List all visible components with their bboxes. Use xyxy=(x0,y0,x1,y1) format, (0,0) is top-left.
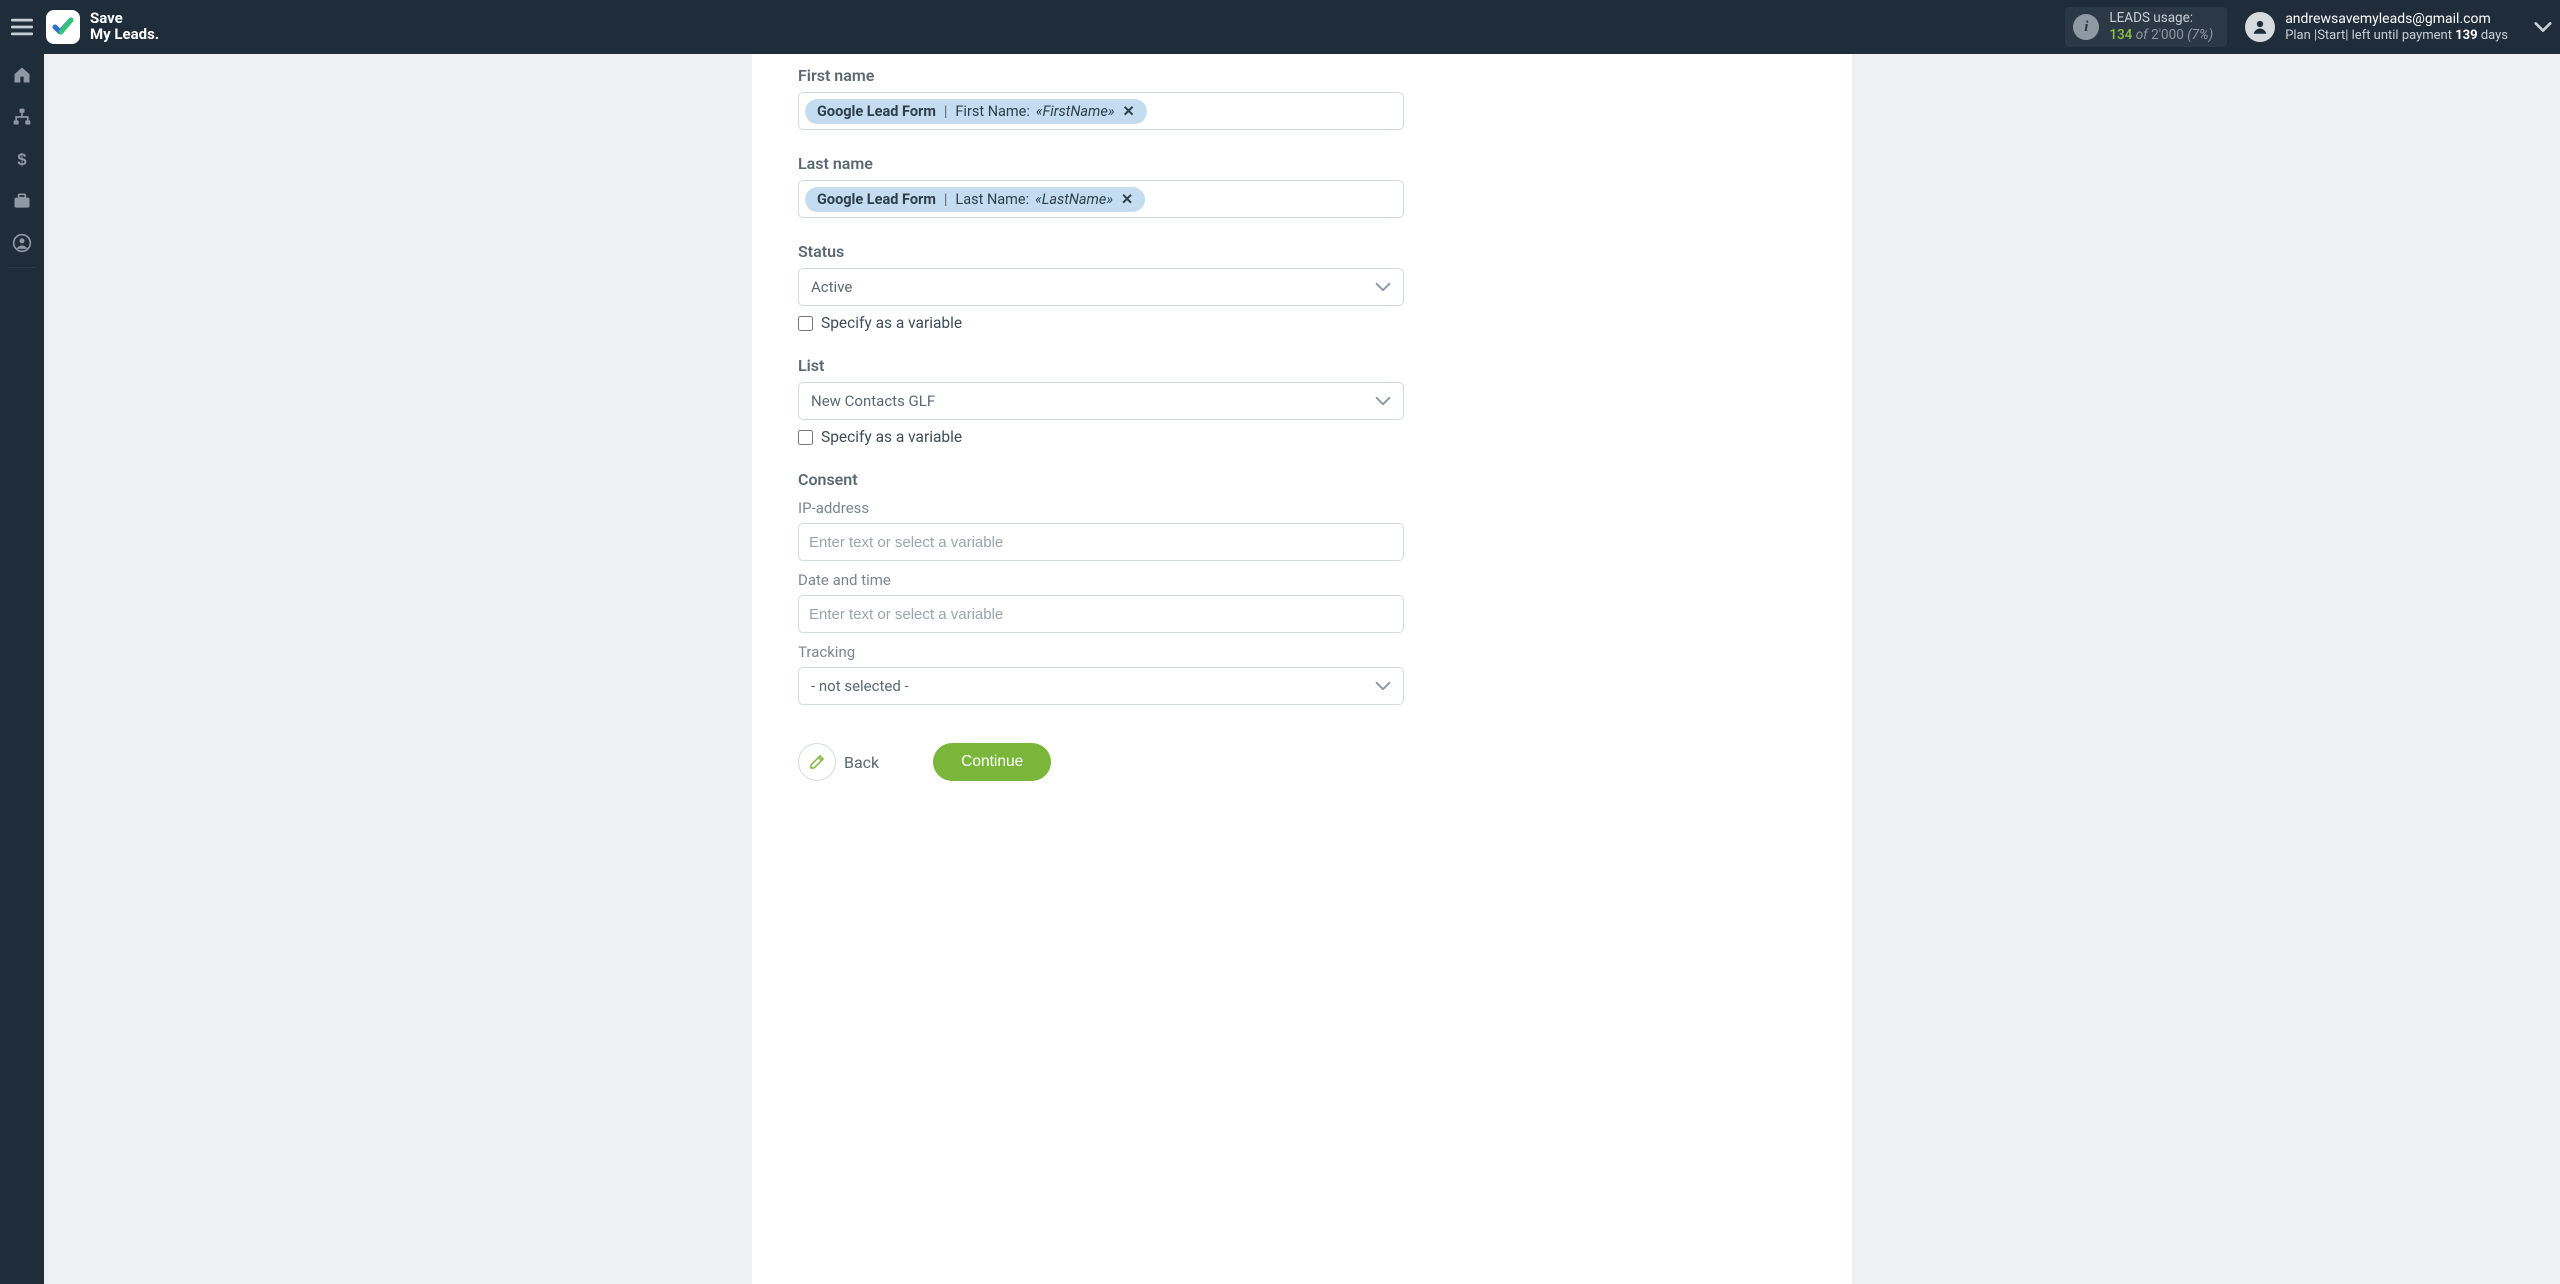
select-tracking-value: - not selected - xyxy=(811,677,909,695)
token-first-name[interactable]: Google Lead Form | First Name: «FirstNam… xyxy=(805,99,1147,124)
label-consent: Consent xyxy=(798,470,1404,489)
user-circle-icon xyxy=(12,233,32,253)
checkbox-status-variable[interactable] xyxy=(798,316,813,331)
leads-of-word: of xyxy=(2136,27,2148,43)
token-pipe: | xyxy=(944,191,948,208)
sitemap-icon xyxy=(12,107,32,127)
input-ip-address[interactable] xyxy=(798,523,1404,561)
input-last-name[interactable]: Google Lead Form | Last Name: «LastName»… xyxy=(798,180,1404,218)
chevron-down-icon xyxy=(1375,281,1391,293)
checkbox-list-variable[interactable] xyxy=(798,430,813,445)
sidebar-item-connections[interactable] xyxy=(0,96,44,138)
leads-usage-text: LEADS usage: 134 of 2'000 (7%) xyxy=(2109,10,2213,44)
token-label: Last Name: xyxy=(955,191,1029,208)
label-status: Status xyxy=(798,242,1404,261)
user-menu[interactable]: andrewsavemyleads@gmail.com Plan |Start|… xyxy=(2245,11,2518,43)
label-date-time: Date and time xyxy=(798,571,1404,589)
token-source: Google Lead Form xyxy=(817,191,936,208)
token-remove-button[interactable]: ✕ xyxy=(1120,103,1136,120)
logo-mark xyxy=(46,10,80,44)
token-last-name[interactable]: Google Lead Form | Last Name: «LastName»… xyxy=(805,187,1145,212)
leads-usage-box[interactable]: i LEADS usage: 134 of 2'000 (7%) xyxy=(2065,7,2227,47)
svg-text:$: $ xyxy=(17,150,27,169)
token-value: «LastName» xyxy=(1035,191,1113,208)
info-icon: i xyxy=(2073,14,2099,40)
main-stage: First name Google Lead Form | First Name… xyxy=(44,54,2560,1284)
sidebar-item-billing[interactable]: $ xyxy=(0,138,44,180)
leads-total: 2'000 xyxy=(2151,27,2184,43)
form-card: First name Google Lead Form | First Name… xyxy=(752,54,1852,1284)
sidebar-item-briefcase[interactable] xyxy=(0,180,44,222)
select-status[interactable]: Active xyxy=(798,268,1404,306)
chevron-down-icon xyxy=(2534,21,2552,33)
select-list-value: New Contacts GLF xyxy=(811,392,935,410)
home-icon xyxy=(12,65,32,85)
input-ip-address-field[interactable] xyxy=(809,534,1393,551)
label-first-name: First name xyxy=(798,66,1404,85)
user-plan: Plan |Start| left until payment 139 days xyxy=(2285,28,2508,44)
hamburger-icon xyxy=(11,18,33,36)
checkmark-icon xyxy=(51,15,75,39)
dollar-icon: $ xyxy=(12,149,32,169)
pencil-icon xyxy=(798,743,836,781)
leads-usage-title: LEADS usage: xyxy=(2109,10,2213,27)
side-rail: $ xyxy=(0,54,44,1284)
brand-line2: My Leads. xyxy=(90,27,159,43)
token-value: «FirstName» xyxy=(1036,103,1115,120)
user-plan-prefix: Plan |Start| left until payment xyxy=(2285,28,2455,43)
token-label: First Name: xyxy=(955,103,1029,120)
sidebar-item-account[interactable] xyxy=(0,222,44,264)
user-plan-number: 139 xyxy=(2455,28,2477,43)
select-status-value: Active xyxy=(811,278,852,296)
label-tracking: Tracking xyxy=(798,643,1404,661)
user-icon xyxy=(2251,18,2269,36)
brand-logo[interactable]: Save My Leads. xyxy=(46,10,159,44)
input-date-time-field[interactable] xyxy=(809,606,1393,623)
avatar xyxy=(2245,12,2275,42)
leads-used: 134 xyxy=(2109,27,2132,43)
token-remove-button[interactable]: ✕ xyxy=(1119,191,1135,208)
sidebar-item-home[interactable] xyxy=(0,54,44,96)
brand-text: Save My Leads. xyxy=(90,11,159,43)
checkbox-status-variable-label[interactable]: Specify as a variable xyxy=(821,314,962,332)
chevron-down-icon xyxy=(1375,395,1391,407)
label-last-name: Last name xyxy=(798,154,1404,173)
select-tracking[interactable]: - not selected - xyxy=(798,667,1404,705)
continue-button[interactable]: Continue xyxy=(933,743,1051,781)
user-text: andrewsavemyleads@gmail.com Plan |Start|… xyxy=(2285,11,2508,43)
sidebar-separator xyxy=(8,267,36,268)
topbar: Save My Leads. i LEADS usage: 134 of 2'0… xyxy=(0,0,2560,54)
token-source: Google Lead Form xyxy=(817,103,936,120)
input-first-name[interactable]: Google Lead Form | First Name: «FirstNam… xyxy=(798,92,1404,130)
label-ip-address: IP-address xyxy=(798,499,1404,517)
back-button-label: Back xyxy=(844,753,879,772)
select-list[interactable]: New Contacts GLF xyxy=(798,382,1404,420)
leads-pct: (7%) xyxy=(2187,27,2213,43)
chevron-down-icon xyxy=(1375,680,1391,692)
token-pipe: | xyxy=(944,103,948,120)
button-row: Back Continue xyxy=(798,743,1404,781)
briefcase-icon xyxy=(12,191,32,211)
checkbox-list-variable-label[interactable]: Specify as a variable xyxy=(821,428,962,446)
user-menu-caret[interactable] xyxy=(2526,0,2560,54)
user-plan-suffix: days xyxy=(2478,28,2508,43)
label-list: List xyxy=(798,356,1404,375)
user-email: andrewsavemyleads@gmail.com xyxy=(2285,11,2508,28)
back-button[interactable]: Back xyxy=(798,743,879,781)
input-date-time[interactable] xyxy=(798,595,1404,633)
hamburger-menu-button[interactable] xyxy=(0,0,44,54)
